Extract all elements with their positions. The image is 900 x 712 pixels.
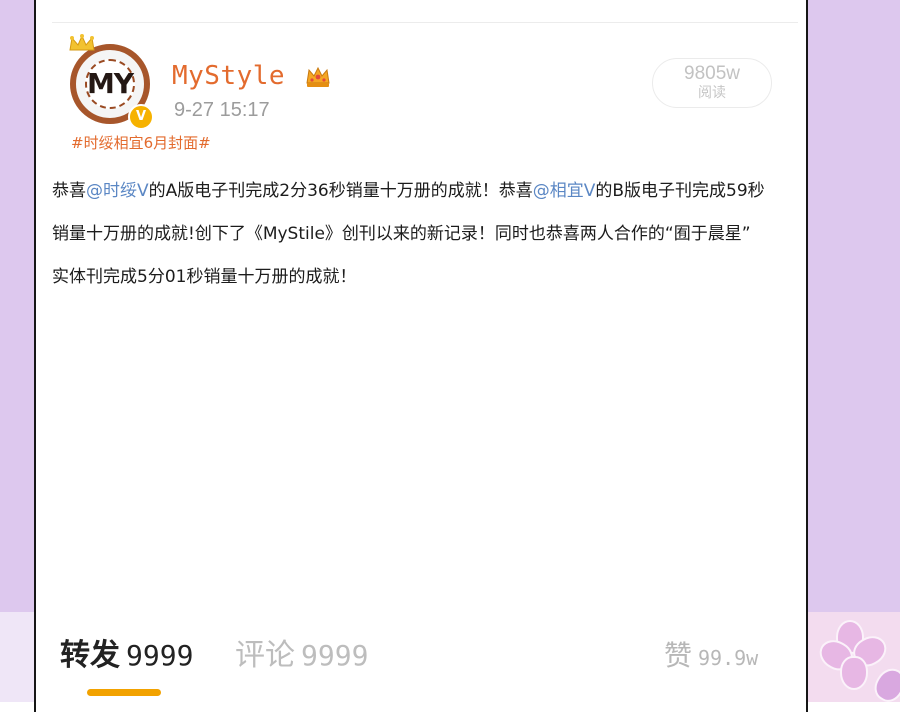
forward-label: 转发 — [60, 638, 120, 673]
crown-icon — [69, 34, 95, 51]
mention-link[interactable]: @相宜V — [533, 181, 596, 201]
avatar-logo-text: MY — [86, 67, 134, 100]
read-count-pill: 9805w 阅读 — [652, 58, 772, 108]
tab-comment[interactable]: 评论 9999 — [235, 630, 368, 686]
comment-count: 9999 — [301, 639, 369, 672]
content-text: 的A版电子刊完成2分36秒销量十万册的成就！恭喜 — [148, 181, 533, 201]
username[interactable]: MyStyle — [172, 60, 285, 92]
like-label: 赞 — [664, 639, 693, 672]
divider — [52, 22, 798, 23]
verified-badge-icon: V — [128, 104, 154, 130]
mention-link[interactable]: @时绥V — [86, 181, 149, 201]
comment-label: 评论 — [235, 638, 295, 673]
read-count-label: 阅读 — [698, 85, 726, 101]
active-tab-indicator — [87, 689, 161, 696]
content-text: 的B版电子刊完成59秒 — [595, 181, 765, 201]
like-count: 99.9w — [698, 646, 759, 670]
tab-forward[interactable]: 转发 9999 — [60, 630, 193, 686]
avatar-frame: MY — [85, 59, 135, 109]
content-line: 恭喜@时绥V的A版电子刊完成2分36秒销量十万册的成就！恭喜@相宜V的B版电子刊… — [52, 170, 804, 213]
content-line: 销量十万册的成就!创下了《MyStile》创刊以来的新记录！同时也恭喜两人合作的… — [52, 224, 751, 244]
content-text: 恭喜 — [52, 181, 86, 201]
vip-crown-badge-icon — [306, 66, 330, 87]
read-count: 9805w — [684, 63, 740, 84]
post-timestamp: 9-27 15:17 — [174, 99, 270, 121]
post-content: 恭喜@时绥V的A版电子刊完成2分36秒销量十万册的成就！恭喜@相宜V的B版电子刊… — [52, 170, 804, 299]
action-bar: 转发 9999 评论 9999 赞 99.9w — [0, 630, 900, 690]
hashtag-link[interactable]: #时绥相宜6月封面# — [71, 133, 211, 153]
tab-like[interactable]: 赞 99.9w — [664, 630, 758, 686]
content-line: 实体刊完成5分01秒销量十万册的成就！ — [52, 267, 357, 287]
forward-count: 9999 — [126, 639, 194, 672]
